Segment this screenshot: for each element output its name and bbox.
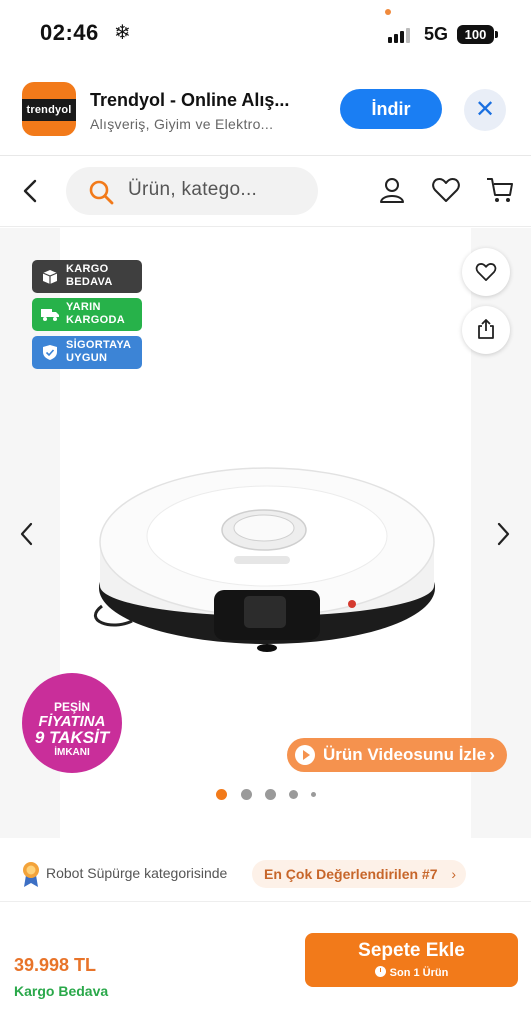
badge-line2: BEDAVA [66,276,113,288]
play-icon [295,745,315,765]
box-icon [42,270,58,284]
rank-pill-button[interactable]: En Çok Değerlendirilen #7 › [252,860,466,888]
search-bar[interactable]: Ürün, katego... [66,167,318,215]
badge-line1: KARGO [66,263,109,275]
bottom-purchase-bar: 39.998 TL Kargo Bedava Sepete Ekle Son 1… [0,906,531,1024]
pagination-dot-active[interactable] [216,789,227,800]
network-type: 5G [424,24,449,44]
rank-pill-label: En Çok Değerlendirilen #7 [264,866,438,882]
shopping-cart-icon[interactable] [485,175,515,205]
previous-image-arrow-icon[interactable] [18,520,36,548]
add-to-cart-label: Sepete Ekle [358,940,465,961]
app-subtitle: Alışveriş, Giyim ve Elektro... [90,116,274,132]
share-icon [478,319,494,339]
add-to-cart-button[interactable]: Sepete Ekle Son 1 Ürün [305,933,518,987]
promo-line1: PEŞİN [53,700,90,714]
privacy-indicator-dot [385,9,391,15]
pagination-dot[interactable] [265,789,276,800]
clock-icon [374,966,386,977]
chevron-right-icon: › [489,745,495,765]
promo-line4: İMKANI [54,747,90,758]
image-pagination-dots[interactable] [212,788,322,800]
robot-vacuum-product-image [93,467,435,652]
battery-icon: 100 [457,25,498,44]
badge-line1: YARIN [66,301,101,313]
badge-line1: SİGORTAYA [66,339,132,351]
truck-icon [41,309,59,321]
favorites-heart-icon[interactable] [431,175,461,205]
badge-next-day-shipping: YARIN KARGODA [32,298,142,331]
signal-strength-icon [388,27,414,43]
product-image-gallery[interactable]: KARGO BEDAVA YARIN KARGODA SİGORTAYA UYG… [0,228,531,838]
chevron-right-icon: › [451,866,456,882]
badge-insurance-eligible: SİGORTAYA UYGUN [32,336,142,369]
stock-info-label: Son 1 Ürün [389,967,449,979]
free-shipping-label: Kargo Bedava [14,983,109,999]
status-bar: 02:46 ❄ 5G 100 [0,0,531,70]
close-banner-button[interactable]: ✕ [464,89,506,131]
stock-info: Son 1 Ürün [305,966,518,979]
next-image-arrow-icon[interactable] [494,520,512,548]
snowflake-icon: ❄ [114,22,131,44]
medal-icon [23,862,39,887]
user-account-icon[interactable] [377,175,407,205]
promo-line3: 9 TAKSİT [34,728,110,747]
category-rank-row[interactable]: Robot Süpürge kategorisinde En Çok Değer… [0,846,531,902]
back-arrow-icon[interactable] [20,177,42,205]
rank-category-text: Robot Süpürge kategorisinde [46,865,228,881]
installment-promo-sticker: PEŞİN FİYATINA 9 TAKSİT İMKANI [22,673,122,773]
heart-icon [475,263,497,281]
product-price: 39.998 TL [14,955,97,975]
badge-free-shipping: KARGO BEDAVA [32,260,142,293]
app-logo-text: trendyol [22,99,76,121]
pagination-dot[interactable] [289,790,298,799]
watch-product-video-button[interactable]: Ürün Videosunu İzle › [287,738,507,772]
smart-app-banner: trendyol Trendyol - Online Alış... Alışv… [0,78,531,156]
install-app-button[interactable]: İndir [340,89,442,129]
search-input[interactable]: Ürün, katego... [128,179,257,201]
status-time: 02:46 [40,20,99,45]
badge-line2: UYGUN [66,352,108,364]
badge-line2: KARGODA [66,314,125,326]
add-to-favorites-button[interactable] [462,248,510,296]
app-name: Trendyol - Online Alış... [90,90,290,110]
pagination-dot[interactable] [241,789,252,800]
share-button[interactable] [462,306,510,354]
trendyol-app-logo: trendyol [22,82,76,136]
top-nav-bar: Ürün, katego... [0,157,531,227]
video-button-label: Ürün Videosunu İzle [323,745,487,764]
pagination-dot[interactable] [311,792,316,797]
shield-icon [43,345,57,360]
search-icon [89,180,114,205]
